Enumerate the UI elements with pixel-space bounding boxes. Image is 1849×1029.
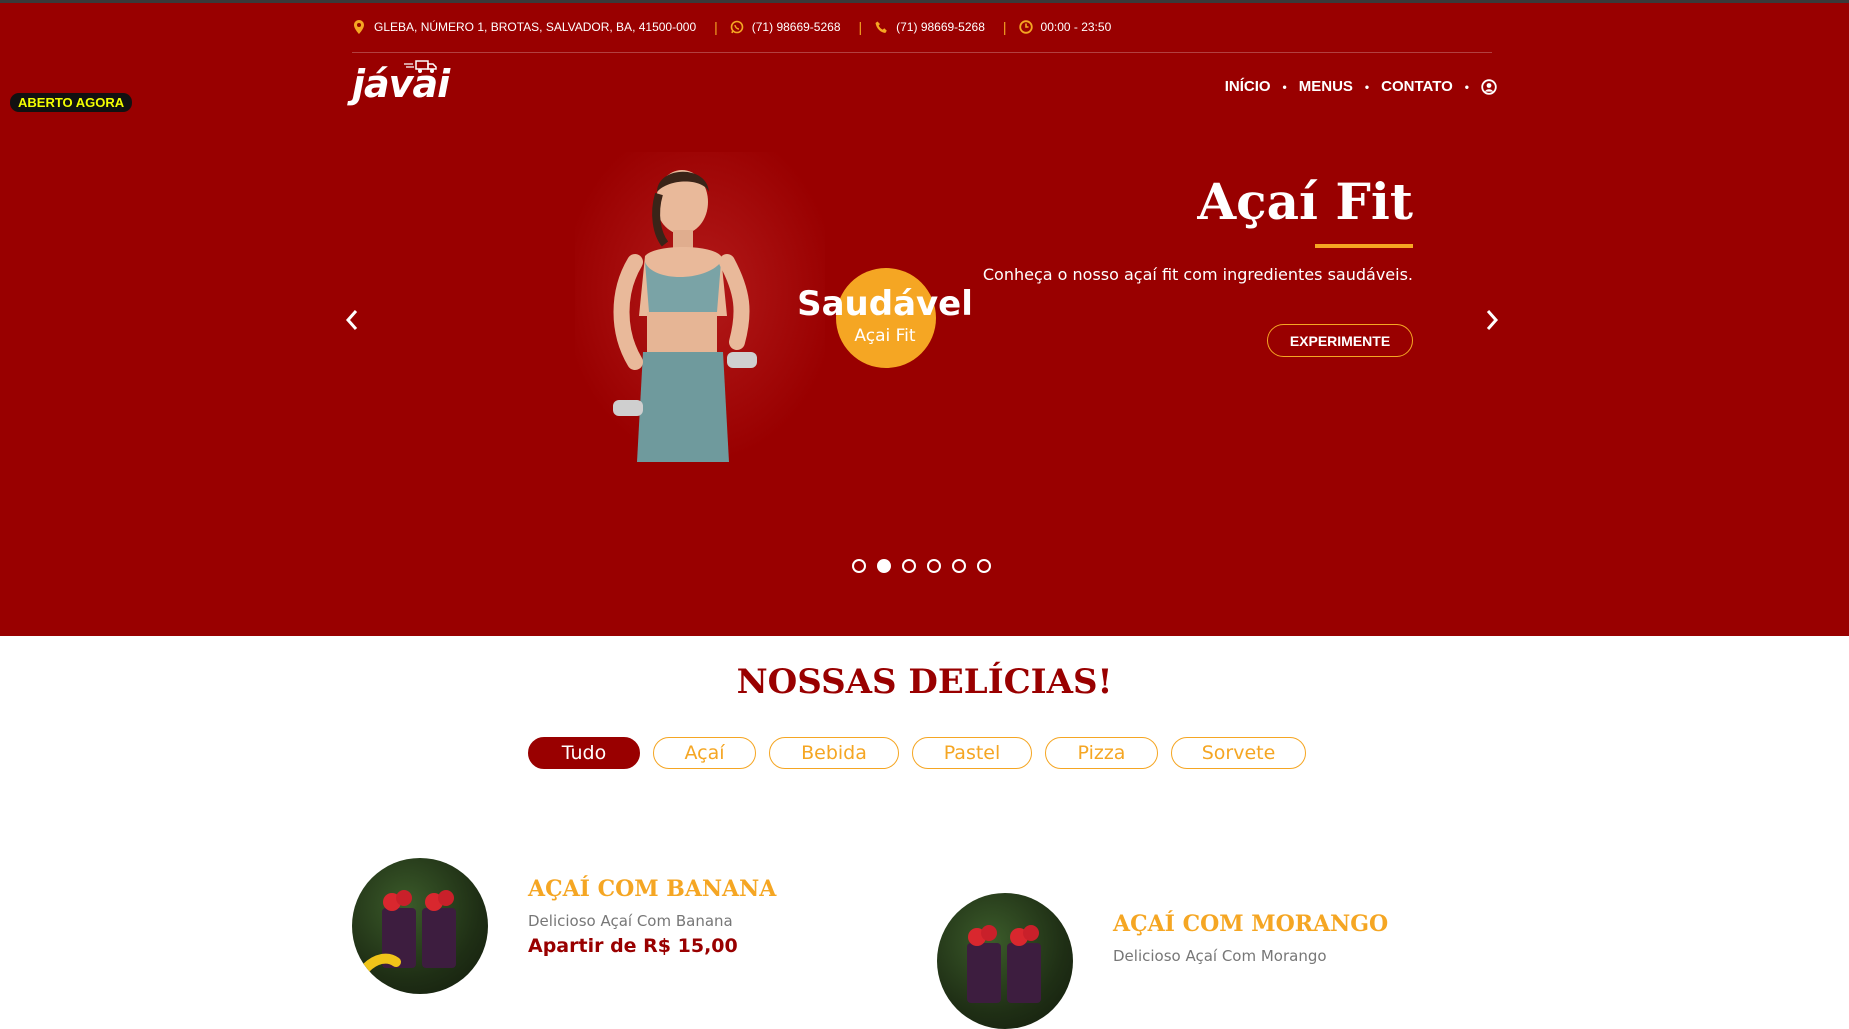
carousel-dots — [852, 559, 991, 573]
separator: | — [714, 19, 718, 35]
map-pin-icon — [352, 20, 366, 34]
product-price: Apartir de R$ 15,00 — [528, 935, 738, 957]
product-image — [352, 858, 488, 994]
promo-badge-title: Saudável — [797, 284, 973, 324]
user-icon[interactable] — [1481, 78, 1497, 95]
filter-pastel[interactable]: Pastel — [912, 737, 1032, 769]
nav-dot: • — [1282, 79, 1287, 94]
nav-dot: • — [1464, 79, 1469, 94]
carousel-next-button[interactable] — [1482, 305, 1502, 335]
hours-item: 00:00 - 23:50 — [1018, 20, 1112, 34]
truck-icon — [404, 60, 437, 73]
whatsapp-icon — [730, 20, 744, 34]
nav-item-inicio[interactable]: INÍCIO — [1225, 78, 1271, 95]
main-nav: INÍCIO • MENUS • CONTATO • — [1225, 78, 1497, 95]
experimente-button[interactable]: EXPERIMENTE — [1267, 324, 1413, 357]
filter-bebida[interactable]: Bebida — [769, 737, 899, 769]
carousel-dot[interactable] — [952, 559, 966, 573]
filter-pizza[interactable]: Pizza — [1045, 737, 1158, 769]
product-description: Delicioso Açaí Com Banana — [528, 912, 733, 930]
product-name: AÇAÍ COM MORANGO — [1113, 911, 1389, 937]
hours-text: 00:00 - 23:50 — [1040, 20, 1112, 34]
status-badge: ABERTO AGORA — [10, 93, 133, 112]
logo[interactable]: jávai — [352, 60, 450, 106]
phone-number[interactable]: (71) 98669-5268 — [896, 20, 985, 34]
separator: | — [858, 19, 863, 35]
chevron-right-icon — [1486, 310, 1499, 330]
slide-description: Conheça o nosso açaí fit com ingrediente… — [982, 265, 1413, 284]
category-filters: Tudo Açaí Bebida Pastel Pizza Sorvete — [528, 737, 1306, 769]
title-underline — [1315, 244, 1413, 248]
info-bar: GLEBA, NÚMERO 1, BROTAS, SALVADOR, BA, 4… — [352, 14, 1111, 40]
section-title: NOSSAS DELÍCIAS! — [736, 662, 1113, 702]
phone-item[interactable]: (71) 98669-5268 — [874, 20, 985, 34]
separator: | — [1002, 19, 1007, 35]
fitness-model-image — [575, 152, 825, 462]
filter-acai[interactable]: Açaí — [653, 737, 756, 769]
address-item: GLEBA, NÚMERO 1, BROTAS, SALVADOR, BA, 4… — [352, 20, 696, 34]
promo-badge-subtitle: Açai Fit — [854, 326, 916, 346]
carousel-dot[interactable] — [902, 559, 916, 573]
filter-tudo[interactable]: Tudo — [528, 737, 640, 769]
carousel-dot-active[interactable] — [877, 559, 891, 573]
carousel-dot[interactable] — [852, 559, 866, 573]
chevron-left-icon — [345, 310, 358, 330]
address-text: GLEBA, NÚMERO 1, BROTAS, SALVADOR, BA, 4… — [374, 20, 697, 34]
whatsapp-item[interactable]: (71) 98669-5268 — [730, 20, 841, 34]
header-divider — [352, 52, 1492, 53]
whatsapp-number[interactable]: (71) 98669-5268 — [752, 20, 841, 34]
product-image — [937, 893, 1073, 1029]
slide-title: Açaí Fit — [1197, 172, 1413, 231]
nav-item-contato[interactable]: CONTATO — [1381, 78, 1453, 95]
carousel-dot[interactable] — [977, 559, 991, 573]
clock-icon — [1018, 20, 1033, 34]
nav-dot: • — [1364, 79, 1370, 94]
product-name: AÇAÍ COM BANANA — [528, 876, 777, 902]
product-description: Delicioso Açaí Com Morango — [1113, 947, 1327, 965]
nav-item-menus[interactable]: MENUS — [1299, 78, 1353, 95]
carousel-dot[interactable] — [927, 559, 941, 573]
filter-sorvete[interactable]: Sorvete — [1171, 737, 1306, 769]
phone-icon — [874, 20, 888, 34]
carousel-prev-button[interactable] — [342, 305, 362, 335]
